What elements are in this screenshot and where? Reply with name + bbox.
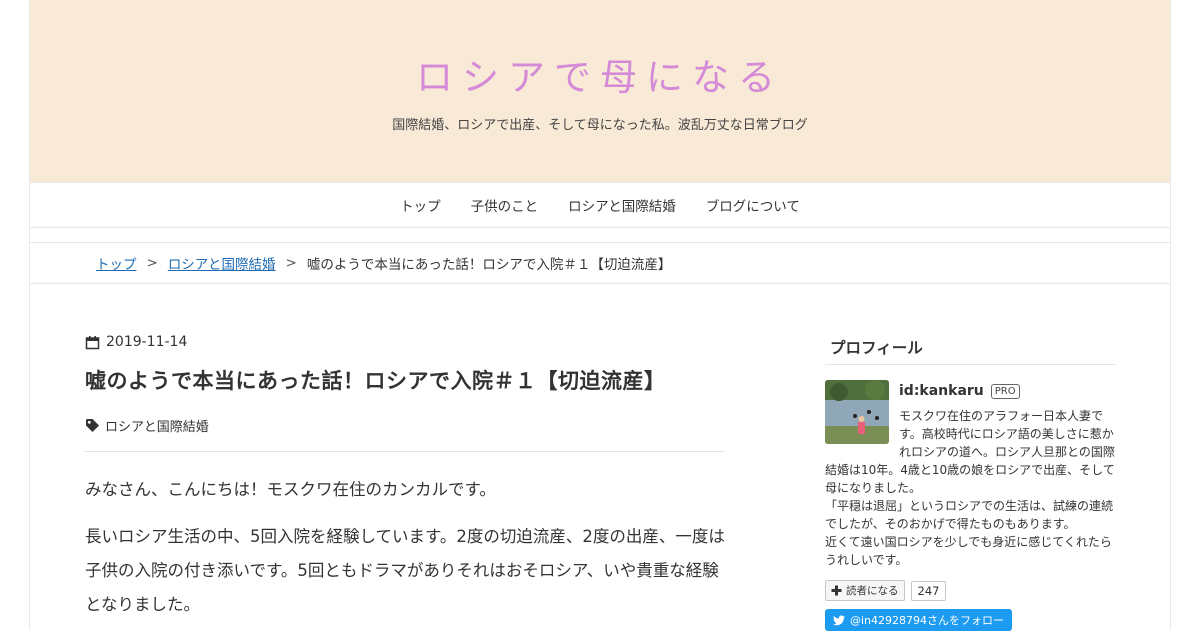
nav-item-kids[interactable]: 子供のこと	[471, 195, 539, 215]
page: ロシアで母になる 国際結婚、ロシアで出産、そして母になった私。波乱万丈な日常ブロ…	[29, 0, 1171, 631]
profile-bio-line: 近くて遠い国ロシアを少しでも身近に感じてくれたら	[825, 535, 1112, 549]
article-category-row: ロシアと国際結婚	[85, 416, 725, 452]
article-date-row: 2019-11-14	[85, 334, 725, 350]
breadcrumb: トップ > ロシアと国際結婚 > 嘘のようで本当にあった話！ロシアで入院＃１【切…	[30, 243, 1170, 284]
breadcrumb-category-link[interactable]: ロシアと国際結婚	[168, 253, 276, 273]
avatar-image	[825, 380, 889, 444]
article-date[interactable]: 2019-11-14	[106, 334, 187, 350]
divider	[30, 228, 1170, 243]
breadcrumb-separator: >	[285, 255, 297, 271]
article-paragraph: みなさん、こんにちは！モスクワ在住のカンカルです。	[85, 480, 496, 499]
subscribe-label: 読者になる	[846, 585, 899, 597]
sidebar: プロフィール id:kankaru PRO モスクワ在住のアラフォー日本人妻で …	[825, 334, 1115, 631]
nav-item-about[interactable]: ブログについて	[706, 195, 800, 215]
profile-bio-line: 「平穏は退屈」というロシアでの生活は、試練の連続	[825, 499, 1114, 513]
tag-icon	[86, 419, 99, 432]
profile-bio-line: 母になりました。	[825, 481, 922, 495]
site-header: ロシアで母になる 国際結婚、ロシアで出産、そして母になった私。波乱万丈な日常ブロ…	[30, 0, 1170, 182]
nav-item-russia-marriage[interactable]: ロシアと国際結婚	[568, 195, 676, 215]
reader-count: 247	[910, 580, 947, 601]
profile-heading: プロフィール	[825, 336, 1115, 365]
pro-badge: PRO	[990, 383, 1020, 399]
breadcrumb-current: 嘘のようで本当にあった話！ロシアで入院＃１【切迫流産】	[306, 257, 672, 273]
plus-icon	[831, 585, 842, 596]
site-description: 国際結婚、ロシアで出産、そして母になった私。波乱万丈な日常ブログ	[392, 118, 808, 133]
profile-user-id[interactable]: id:kankaru	[899, 383, 984, 399]
article-title[interactable]: 嘘のようで本当にあった話！ロシアで入院＃１【切迫流産】	[85, 366, 725, 396]
site-title[interactable]: ロシアで母になる	[30, 52, 1170, 104]
nav-item-top[interactable]: トップ	[400, 195, 441, 215]
global-nav: トップ 子供のこと ロシアと国際結婚 ブログについて	[30, 182, 1170, 228]
profile-bio-line: れロシアの道へ。ロシア人旦那との国際	[899, 445, 1115, 459]
calendar-icon	[85, 335, 100, 349]
article-paragraph: 長いロシア生活の中、5回入院を経験しています。2度の切迫流産、2度の出産、一度は…	[85, 527, 725, 614]
article-category-link[interactable]: ロシアと国際結婚	[105, 416, 209, 435]
twitter-follow-button[interactable]: @in42928794さんをフォロー	[825, 609, 1013, 631]
breadcrumb-home-link[interactable]: トップ	[96, 253, 137, 273]
profile-bio-line: うれしいです。	[825, 553, 908, 567]
breadcrumb-separator: >	[146, 255, 158, 271]
avatar[interactable]	[825, 380, 889, 444]
profile-user-id-row: id:kankaru PRO	[899, 383, 1020, 399]
twitter-bird-icon	[833, 615, 845, 625]
profile-bio-line: でしたが、そのおかげで得たものもあります。	[825, 517, 1076, 531]
article: 2019-11-14 嘘のようで本当にあった話！ロシアで入院＃１【切迫流産】 ロ…	[85, 334, 725, 639]
profile-bio-line: 結婚は10年。4歳と10歳の娘をロシアで出産、そして	[825, 463, 1115, 477]
subscribe-button[interactable]: 読者になる	[825, 580, 905, 601]
twitter-follow-label: @in42928794さんをフォロー	[850, 614, 1005, 627]
profile-module: id:kankaru PRO モスクワ在住のアラフォー日本人妻で す。高校時代に…	[825, 380, 1115, 631]
reader-row: 読者になる 247	[825, 580, 1115, 601]
